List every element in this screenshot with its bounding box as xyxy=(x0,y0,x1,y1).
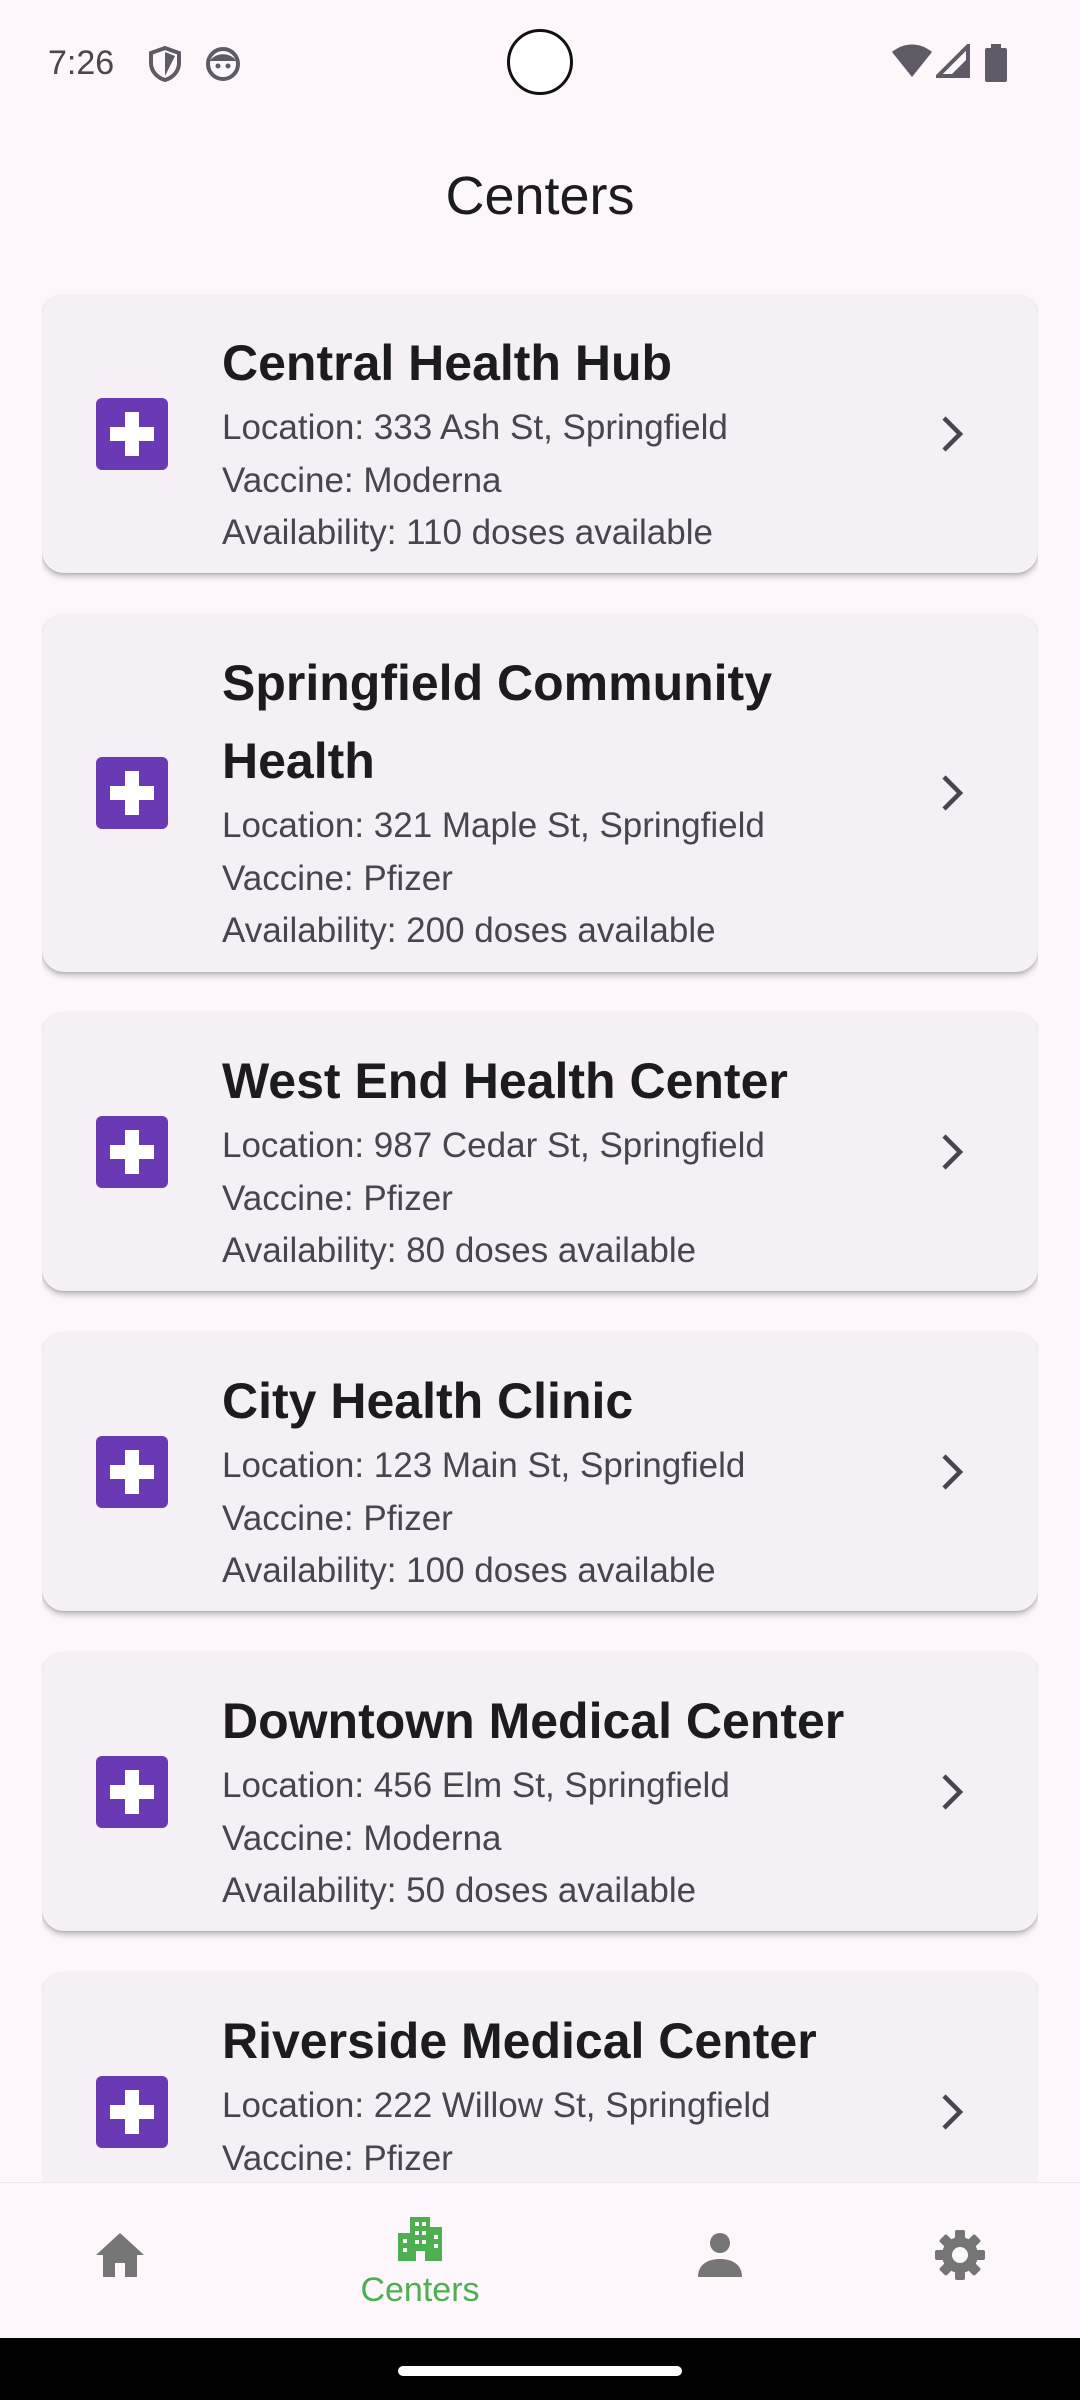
center-availability: Availability: 110 doses available xyxy=(222,513,713,552)
center-name: Riverside Medical Center xyxy=(222,2013,817,2069)
center-vaccine: Vaccine: Pfizer xyxy=(222,1178,453,1218)
center-card[interactable]: Riverside Medical Center Location: 222 W… xyxy=(42,1972,1038,2182)
chevron-right-icon[interactable] xyxy=(938,1772,968,1812)
nav-profile[interactable] xyxy=(640,2207,800,2317)
home-icon xyxy=(96,2233,144,2277)
center-location: Location: 222 Willow St, Springfield xyxy=(222,2086,771,2125)
bottom-navigation: Centers xyxy=(0,2182,1080,2338)
center-vaccine: Vaccine: Pfizer xyxy=(222,858,453,898)
center-name: Central Health Hub xyxy=(222,335,673,391)
nav-home[interactable] xyxy=(40,2207,200,2317)
center-availability: Availability: 80 doses available xyxy=(222,1231,697,1270)
medical-cross-icon xyxy=(96,1756,168,1828)
center-location: Location: 321 Maple St, Springfield xyxy=(222,806,765,845)
chevron-right-icon[interactable] xyxy=(938,414,968,454)
center-vaccine: Vaccine: Pfizer xyxy=(222,1498,453,1538)
center-location: Location: 456 Elm St, Springfield xyxy=(222,1766,730,1805)
medical-cross-icon xyxy=(96,757,168,829)
center-card[interactable]: Springfield Community Health Location: 3… xyxy=(42,614,1038,972)
gesture-bar xyxy=(0,2338,1080,2400)
page-title: Centers xyxy=(445,166,635,226)
front-camera xyxy=(507,29,573,95)
center-vaccine: Vaccine: Pfizer xyxy=(222,2138,453,2178)
person-icon xyxy=(698,2233,742,2277)
wifi-icon xyxy=(892,44,932,83)
medical-cross-icon xyxy=(96,2076,168,2148)
medical-cross-icon xyxy=(96,398,168,470)
shield-icon xyxy=(148,45,182,87)
center-availability: Availability: 200 doses available xyxy=(222,911,716,950)
home-gesture-handle[interactable] xyxy=(398,2366,682,2376)
chevron-right-icon[interactable] xyxy=(938,1452,968,1492)
building-icon xyxy=(398,2217,442,2261)
battery-icon xyxy=(984,44,1008,87)
chevron-right-icon[interactable] xyxy=(938,773,968,813)
face-icon xyxy=(205,46,241,87)
center-name: West End Health Center xyxy=(222,1053,788,1109)
medical-cross-icon xyxy=(96,1436,168,1508)
center-location: Location: 333 Ash St, Springfield xyxy=(222,408,728,447)
center-card[interactable]: Downtown Medical Center Location: 456 El… xyxy=(42,1652,1038,1931)
center-name: Downtown Medical Center xyxy=(222,1693,845,1749)
center-card[interactable]: City Health Clinic Location: 123 Main St… xyxy=(42,1332,1038,1611)
nav-settings[interactable] xyxy=(880,2207,1040,2317)
centers-list[interactable]: Central Health Hub Location: 333 Ash St,… xyxy=(42,294,1038,2182)
nav-centers-label: Centers xyxy=(360,2271,480,2309)
chevron-right-icon[interactable] xyxy=(938,1132,968,1172)
status-time: 7:26 xyxy=(48,44,115,82)
nav-centers[interactable]: Centers xyxy=(340,2207,500,2317)
center-availability: Availability: 50 doses available xyxy=(222,1871,697,1910)
status-bar: 7:26 xyxy=(0,0,1080,130)
center-name: City Health Clinic xyxy=(222,1373,634,1429)
cell-signal-icon xyxy=(933,41,970,83)
medical-cross-icon xyxy=(96,1116,168,1188)
center-vaccine: Vaccine: Moderna xyxy=(222,1818,502,1858)
center-card[interactable]: West End Health Center Location: 987 Ced… xyxy=(42,1012,1038,1291)
center-name: Springfield Community Health xyxy=(222,655,772,789)
center-vaccine: Vaccine: Moderna xyxy=(222,460,502,500)
center-location: Location: 123 Main St, Springfield xyxy=(222,1446,746,1485)
center-availability: Availability: 100 doses available xyxy=(222,1551,716,1590)
gear-icon xyxy=(935,2230,985,2280)
center-card[interactable]: Central Health Hub Location: 333 Ash St,… xyxy=(42,294,1038,573)
chevron-right-icon[interactable] xyxy=(938,2092,968,2132)
center-location: Location: 987 Cedar St, Springfield xyxy=(222,1126,765,1165)
